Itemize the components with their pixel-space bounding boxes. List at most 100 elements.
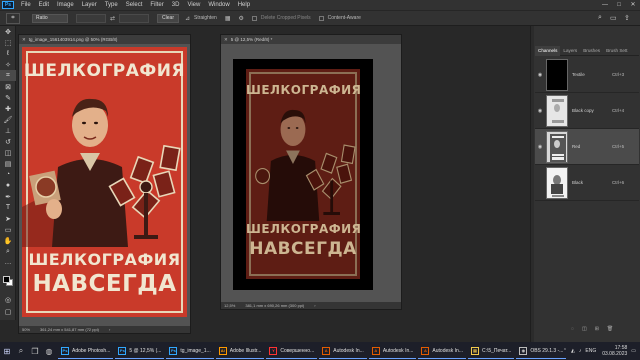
menu-layer[interactable]: Layer	[78, 2, 101, 8]
pen-tool-icon[interactable]: ✒	[0, 191, 16, 202]
document-2-canvas[interactable]: ШЕЛКОГРАФИЯ ШЕЛКОГРАФИЯ НАВСЕГДА	[233, 59, 373, 290]
taskbar-app-button[interactable]: A Autodesk In...	[368, 343, 417, 359]
panel-collapse-strip[interactable]	[531, 26, 534, 342]
minimize-icon[interactable]: —	[598, 0, 612, 10]
taskbar-app-button[interactable]: Ps tg_image_1...	[166, 343, 214, 359]
menu-edit[interactable]: Edit	[35, 2, 53, 8]
width-field[interactable]	[76, 13, 106, 23]
document-1-zoom[interactable]: 50%	[22, 327, 30, 332]
gradient-tool-icon[interactable]: ▤	[0, 158, 16, 169]
straighten-icon[interactable]: ⊿	[185, 15, 190, 22]
close-document-2-icon[interactable]: ✕	[224, 37, 228, 43]
close-document-1-icon[interactable]: ✕	[22, 37, 26, 43]
lasso-tool-icon[interactable]: ℓ	[0, 48, 16, 59]
workspace-icon[interactable]: ▭	[610, 14, 617, 22]
marquee-tool-icon[interactable]: ⬚	[0, 37, 16, 48]
task-view-icon[interactable]: ❐	[28, 342, 42, 360]
menu-file[interactable]: File	[17, 2, 35, 8]
delete-cropped-checkbox[interactable]	[251, 15, 257, 21]
save-selection-icon[interactable]: ◫	[582, 326, 587, 332]
overlay-grid-icon[interactable]: ▦	[225, 15, 231, 22]
load-selection-icon[interactable]: ◌	[571, 326, 574, 332]
share-icon[interactable]: ⇪	[624, 14, 630, 22]
menu-filter[interactable]: Filter	[146, 2, 167, 8]
document-1-status-arrow-icon[interactable]: ›	[109, 327, 110, 332]
eraser-tool-icon[interactable]: ◫	[0, 147, 16, 158]
tab-channels[interactable]: Channels	[535, 45, 561, 56]
menu-3d[interactable]: 3D	[168, 2, 184, 8]
close-icon[interactable]: ✕	[626, 0, 640, 10]
more-tools-icon[interactable]: …	[0, 257, 16, 268]
search-icon[interactable]: ⌕	[598, 14, 602, 22]
network-icon[interactable]: ◭	[571, 348, 575, 354]
straighten-label[interactable]: Straighten	[194, 15, 217, 21]
visibility-eye-icon[interactable]: ◉	[535, 144, 545, 150]
frame-tool-icon[interactable]: ⊠	[0, 81, 16, 92]
settings-gear-icon[interactable]: ⚙	[238, 15, 243, 22]
dodge-tool-icon[interactable]: ●	[0, 180, 16, 191]
tray-chevron-icon[interactable]: ⌃	[563, 348, 567, 354]
maximize-icon[interactable]: □	[612, 0, 626, 10]
clone-stamp-tool-icon[interactable]: ⊥	[0, 125, 16, 136]
menu-help[interactable]: Help	[234, 2, 254, 8]
path-selection-tool-icon[interactable]: ➤	[0, 213, 16, 224]
channel-row-black-copy[interactable]: ◉ Black copy Ctrl+4	[535, 93, 639, 129]
poster-image-red-channel[interactable]: ШЕЛКОГРАФИЯ ШЕЛКОГРАФИЯ НАВСЕГДА	[246, 69, 360, 279]
brush-tool-icon[interactable]: 🖌	[0, 114, 16, 125]
visibility-eye-icon[interactable]: ◉	[535, 72, 545, 78]
taskbar-app-button[interactable]: A Autodesk In...	[418, 343, 466, 359]
delete-channel-icon[interactable]: 🗑	[607, 326, 613, 332]
new-channel-icon[interactable]: ⊞	[595, 326, 599, 332]
volume-icon[interactable]: ♪	[579, 348, 582, 354]
screen-mode-icon[interactable]: ▢	[0, 306, 16, 317]
taskbar-app-button[interactable]: ▤ C:\5_Печат...	[467, 343, 515, 359]
menu-type[interactable]: Type	[101, 2, 122, 8]
healing-brush-tool-icon[interactable]: ✚	[0, 103, 16, 114]
menu-window[interactable]: Window	[204, 2, 233, 8]
ratio-select[interactable]: Ratio	[32, 13, 68, 23]
content-aware-checkbox[interactable]	[318, 15, 324, 21]
menu-view[interactable]: View	[183, 2, 204, 8]
tab-brush-settings[interactable]: Brush Sett	[603, 46, 630, 56]
tab-layers[interactable]: Layers	[560, 46, 580, 56]
document-2-tab[interactable]: ✕ 5 @ 12,5% (Red/8) *	[221, 35, 401, 44]
channel-row-black[interactable]: ◉ Black Ctrl+6	[535, 165, 639, 201]
clock[interactable]: 17:58 03.08.2023	[602, 345, 627, 357]
type-tool-icon[interactable]: T	[0, 202, 16, 213]
taskbar-app-button[interactable]: Ps 5 @ 12,5% (...	[115, 343, 165, 359]
menu-select[interactable]: Select	[122, 2, 147, 8]
channel-row-textile[interactable]: ◉ Textile Ctrl+3	[535, 57, 639, 93]
eyedropper-tool-icon[interactable]: ✎	[0, 92, 16, 103]
tab-brushes[interactable]: Brushes	[580, 46, 603, 56]
menu-image[interactable]: Image	[53, 2, 78, 8]
document-2-zoom[interactable]: 12,5%	[224, 303, 235, 308]
language-indicator[interactable]: ENG	[585, 348, 596, 354]
notifications-icon[interactable]: ▭	[631, 348, 636, 354]
quick-mask-icon[interactable]: ◎	[0, 294, 16, 305]
magic-wand-tool-icon[interactable]: ✧	[0, 59, 16, 70]
chrome-icon[interactable]: ◍	[42, 342, 56, 360]
taskbar-app-button[interactable]: ◉ OBS 29.1.3 -...	[516, 343, 567, 359]
move-tool-icon[interactable]: ✥	[0, 26, 16, 37]
taskbar-app-button[interactable]: Y Совершенно...	[266, 343, 318, 359]
foreground-color-swatch[interactable]	[3, 276, 10, 283]
windows-start-icon[interactable]: ⊞	[0, 342, 14, 360]
hand-tool-icon[interactable]: ✋	[0, 235, 16, 246]
visibility-eye-icon[interactable]: ◉	[535, 108, 545, 114]
search-icon[interactable]: ⌕	[14, 342, 28, 360]
crop-tool-icon[interactable]: ⌗	[0, 70, 16, 81]
document-1-tab[interactable]: ✕ tg_image_1561403914.png @ 50% (RGB/8)	[19, 35, 190, 44]
taskbar-app-button[interactable]: A Autodesk In...	[319, 343, 367, 359]
document-2-status-arrow-icon[interactable]: ›	[314, 303, 315, 308]
crop-tool-preset-icon[interactable]: ⌗	[6, 12, 20, 24]
taskbar-app-button[interactable]: Ai Adobe Illustr...	[215, 343, 265, 359]
clear-button[interactable]: Clear	[157, 13, 179, 23]
document-window-2[interactable]: ✕ 5 @ 12,5% (Red/8) * ШЕЛКОГРАФИЯ ШЕЛКОГ…	[220, 34, 402, 310]
history-brush-tool-icon[interactable]: ↺	[0, 136, 16, 147]
height-field[interactable]	[119, 13, 150, 23]
taskbar-app-button[interactable]: Ps Adobe Photosh...	[58, 343, 114, 359]
swap-icon[interactable]: ⇄	[110, 15, 115, 22]
blur-tool-icon[interactable]: ◔	[0, 169, 16, 180]
rectangle-tool-icon[interactable]: ▭	[0, 224, 16, 235]
poster-image-original[interactable]: ШЕЛКОГРАФИЯ ШЕЛКОГРАФИЯ НАВСЕГДА	[22, 47, 187, 317]
